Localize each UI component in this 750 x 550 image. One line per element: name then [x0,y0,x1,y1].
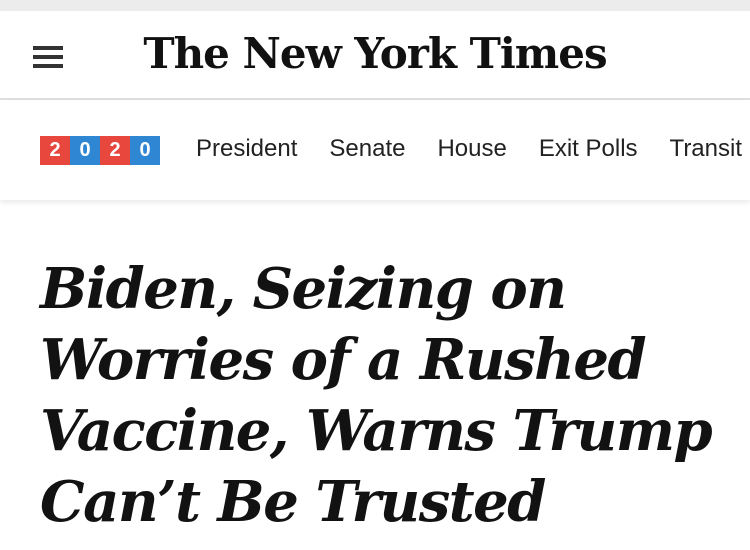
badge-digit: 2 [100,136,130,165]
nav-link-president[interactable]: President [196,134,297,164]
election-2020-badge[interactable]: 2 0 2 0 [40,136,160,165]
election-nav-links: President Senate House Exit Polls Transi… [196,134,742,164]
badge-digit: 2 [40,136,70,165]
nav-link-house[interactable]: House [437,134,506,164]
badge-digit: 0 [70,136,100,165]
browser-top-strip [0,0,750,11]
nav-link-senate[interactable]: Senate [329,134,405,164]
site-logo[interactable]: The New York Times [0,28,750,80]
masthead: The New York Times [0,11,750,100]
election-nav-bar: 2 0 2 0 President Senate House Exit Poll… [0,100,750,200]
article-headline[interactable]: Biden, Seizing on Worries of a Rushed Va… [40,254,730,538]
nav-link-transition[interactable]: Transit [670,134,742,164]
badge-digit: 0 [130,136,160,165]
nav-link-exit-polls[interactable]: Exit Polls [539,134,638,164]
